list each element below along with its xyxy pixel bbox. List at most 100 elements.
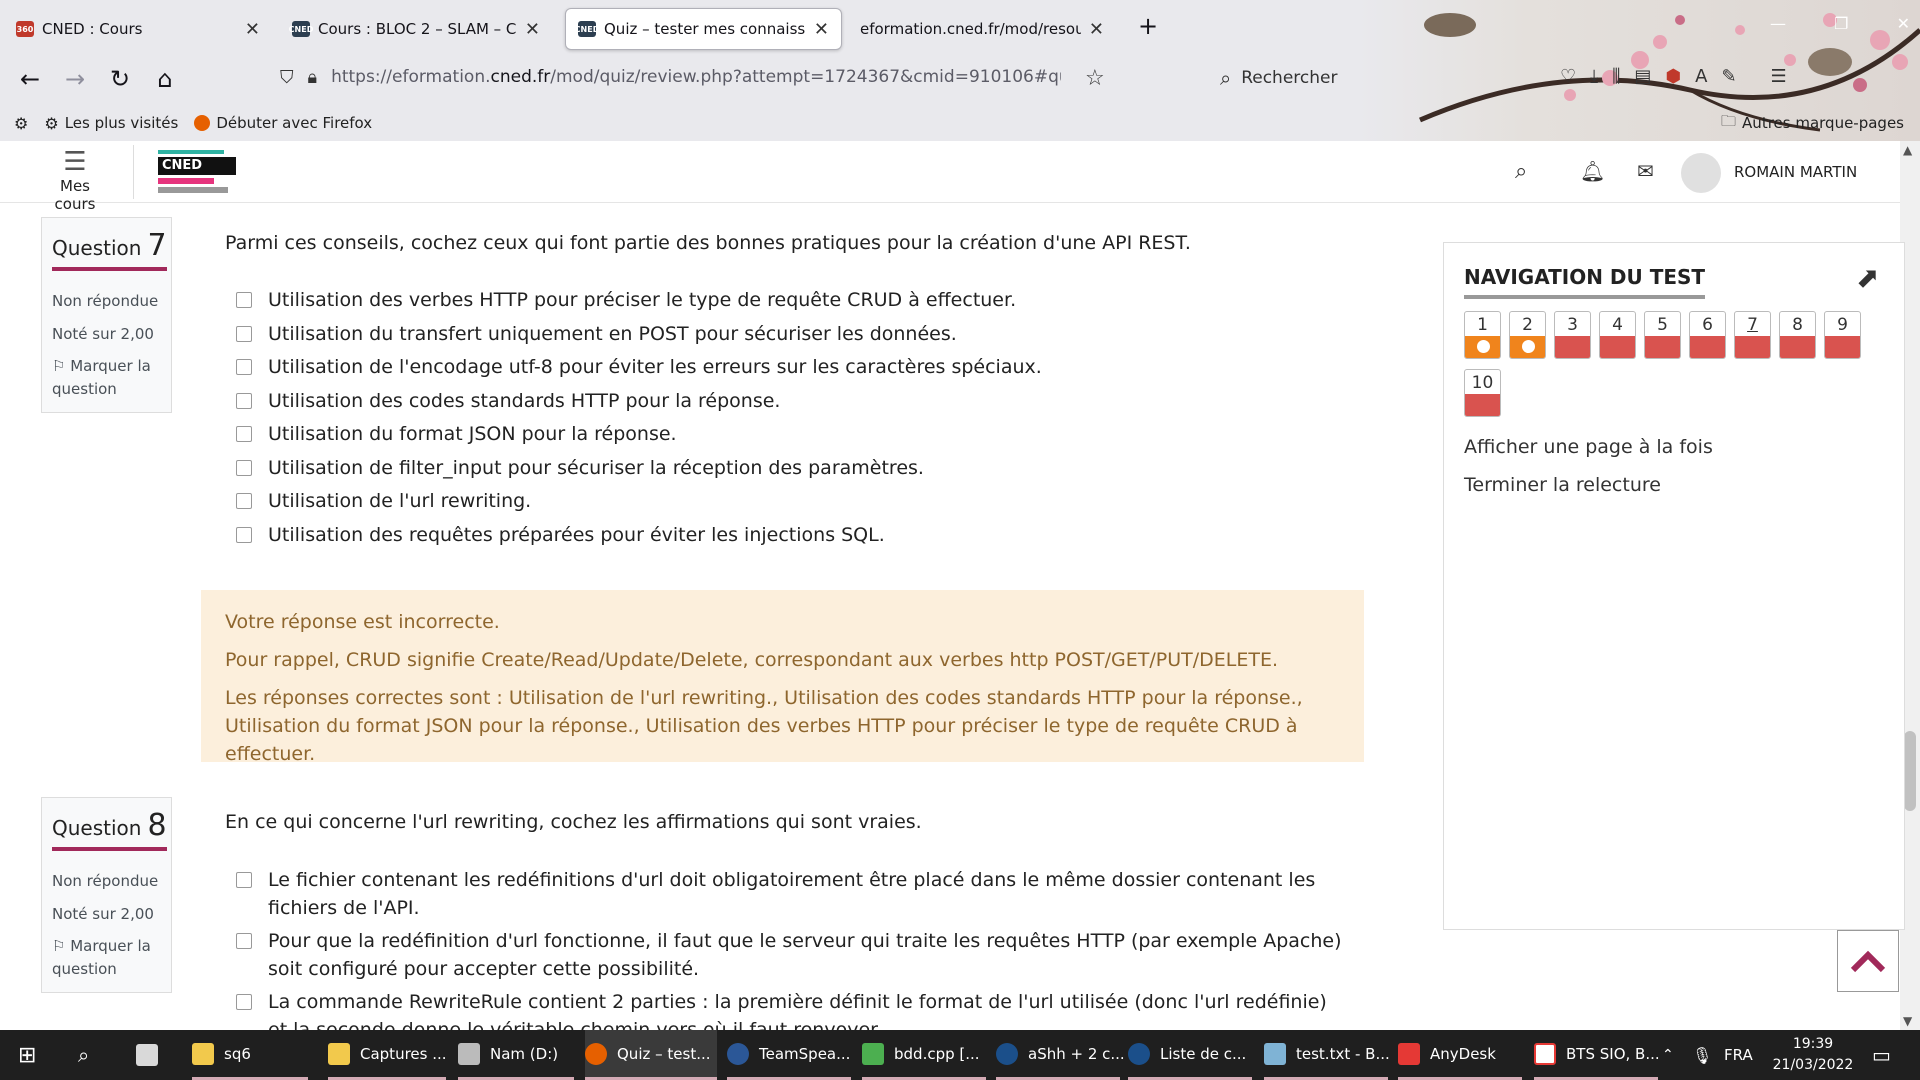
taskbar-item-anydesk[interactable]: AnyDesk [1398, 1030, 1522, 1080]
cned-logo[interactable]: CNED [158, 150, 236, 195]
answer-option[interactable]: Utilisation du transfert uniquement en P… [236, 320, 957, 348]
search-icon[interactable]: ⌕ [78, 1030, 89, 1080]
maximize-icon[interactable]: ❐ [1834, 14, 1848, 36]
other-bookmarks[interactable]: 🗀 Autres marque-pages [1721, 111, 1904, 136]
answer-option[interactable]: Utilisation du format JSON pour la répon… [236, 420, 677, 448]
checkbox[interactable] [236, 493, 252, 509]
tools-icon[interactable]: ⚙ [14, 114, 28, 133]
checkbox[interactable] [236, 426, 252, 442]
close-icon[interactable]: ✕ [525, 19, 540, 40]
taskbar-item-steam-list[interactable]: Liste de c... [1128, 1030, 1252, 1080]
checkbox[interactable] [236, 994, 252, 1010]
checkbox[interactable] [236, 359, 252, 375]
nav-button-8[interactable]: 8 [1779, 311, 1816, 359]
language-indicator[interactable]: FRA [1724, 1030, 1753, 1080]
tab-resource[interactable]: eformation.cned.fr/mod/resource/vi ✕ [848, 8, 1116, 50]
nav-button-6[interactable]: 6 [1689, 311, 1726, 359]
extension2-icon[interactable]: ✎ [1721, 66, 1736, 87]
checkbox[interactable] [236, 933, 252, 949]
tab-quiz[interactable]: CNED Quiz – tester mes connaissances ✕ [565, 8, 842, 50]
url-text: https://eformation.cned.fr/mod/quiz/revi… [331, 67, 1061, 87]
taskbar-item-captures[interactable]: Captures ... [328, 1030, 447, 1080]
clock[interactable]: 19:39 21/03/2022 [1768, 1034, 1858, 1076]
user-name[interactable]: ROMAIN MARTIN [1734, 163, 1857, 181]
finish-review-link[interactable]: Terminer la relecture [1464, 474, 1661, 496]
nav-button-3[interactable]: 3 [1554, 311, 1591, 359]
nav-button-10[interactable]: 10 [1464, 369, 1501, 417]
taskbar-item-sq6[interactable]: sq6 [192, 1030, 308, 1080]
library-icon[interactable]: ⫼ [1612, 66, 1620, 87]
bookmark-firefox[interactable]: Débuter avec Firefox [216, 114, 372, 132]
flag-question-link[interactable]: ⚐ Marquer la question [52, 935, 161, 981]
reload-icon[interactable]: ↻ [105, 65, 135, 93]
nav-button-4[interactable]: 4 [1599, 311, 1636, 359]
nav-button-5[interactable]: 5 [1644, 311, 1681, 359]
tab-cned-cours[interactable]: 360 CNED : Cours ✕ [4, 8, 272, 50]
bell-icon[interactable]: 🔔︎ [1580, 159, 1605, 183]
minimize-icon[interactable]: — [1770, 14, 1786, 36]
checkbox[interactable] [236, 527, 252, 543]
download-icon[interactable]: ⤓ [1590, 66, 1598, 87]
nav-button-1[interactable]: 1 [1464, 311, 1501, 359]
reader-icon[interactable]: ▤ [1634, 66, 1651, 87]
forward-arrow-icon[interactable]: → [60, 65, 90, 93]
close-icon[interactable]: ✕ [245, 19, 260, 40]
star-bookmark-icon[interactable]: ☆ [1085, 66, 1105, 91]
taskbar-item-teamspeak[interactable]: TeamSpea... [727, 1030, 851, 1080]
checkbox[interactable] [236, 460, 252, 476]
question-title: Question 8 [52, 808, 167, 851]
taskbar-item-steam[interactable]: aShh + 2 c... [996, 1030, 1125, 1080]
my-courses-button[interactable]: ☰ Mes cours [40, 147, 110, 213]
close-icon[interactable]: ✕ [1089, 19, 1104, 40]
new-tab-button[interactable]: + [1138, 12, 1158, 40]
tab-cours-bloc2[interactable]: CNED Cours : BLOC 2 – SLAM – Concep ✕ [280, 8, 552, 50]
answer-option[interactable]: La commande RewriteRule contient 2 parti… [236, 988, 1346, 1030]
taskbar-item-bdd[interactable]: bdd.cpp [... [862, 1030, 986, 1080]
taskbar-item-firefox[interactable]: Quiz – test... [585, 1030, 717, 1080]
search-box[interactable]: ⌕ Rechercher [1220, 66, 1337, 90]
answer-option[interactable]: Utilisation des codes standards HTTP pou… [236, 387, 780, 415]
answer-option[interactable]: Le fichier contenant les redéfinitions d… [236, 866, 1346, 922]
back-to-top-button[interactable] [1837, 930, 1899, 992]
scroll-up-icon[interactable]: ▲ [1903, 143, 1912, 157]
nav-button-7[interactable]: 7 [1734, 311, 1771, 359]
scroll-down-icon[interactable]: ▼ [1903, 1014, 1912, 1028]
menu-icon[interactable]: ☰ [1771, 66, 1787, 87]
avatar[interactable] [1681, 153, 1721, 193]
answer-option[interactable]: Pour que la redéfinition d'url fonctionn… [236, 927, 1346, 983]
checkbox[interactable] [236, 393, 252, 409]
paint-icon[interactable] [136, 1030, 168, 1080]
scrollbar-thumb[interactable] [1904, 731, 1916, 811]
nav-button-2[interactable]: 2 [1509, 311, 1546, 359]
tray-chevron-icon[interactable]: ⌃ [1662, 1030, 1674, 1080]
adblock-icon[interactable]: ⬢ [1665, 66, 1681, 87]
expand-arrow-icon[interactable]: ⬈ [1856, 261, 1879, 294]
show-one-page-link[interactable]: Afficher une page à la fois [1464, 436, 1713, 458]
checkbox[interactable] [236, 292, 252, 308]
taskbar-item-pdf[interactable]: BTS SIO, B... [1534, 1030, 1660, 1080]
answer-option[interactable]: Utilisation de filter_input pour sécuris… [236, 454, 924, 482]
checkbox[interactable] [236, 872, 252, 888]
nav-button-9[interactable]: 9 [1824, 311, 1861, 359]
home-icon[interactable]: ⌂ [150, 65, 180, 93]
search-icon[interactable]: ⌕ [1515, 159, 1527, 184]
address-bar[interactable]: ⛉ 🔒︎ https://eformation.cned.fr/mod/quiz… [280, 58, 1070, 96]
mail-icon[interactable]: ✉ [1637, 159, 1654, 183]
taskbar-item-drive[interactable]: Nam (D:) [458, 1030, 574, 1080]
answer-option[interactable]: Utilisation de l'encodage utf-8 pour évi… [236, 353, 1042, 381]
answer-option[interactable]: Utilisation des requêtes préparées pour … [236, 521, 885, 549]
extension-icon[interactable]: A [1695, 66, 1707, 87]
notification-icon[interactable]: ▭ [1872, 1030, 1891, 1080]
answer-option[interactable]: Utilisation de l'url rewriting. [236, 487, 531, 515]
flag-question-link[interactable]: ⚐ Marquer la question [52, 355, 161, 401]
checkbox[interactable] [236, 326, 252, 342]
taskbar-item-notepad[interactable]: test.txt - B... [1264, 1030, 1390, 1080]
close-window-icon[interactable]: ✕ [1897, 14, 1910, 36]
answer-option[interactable]: Utilisation des verbes HTTP pour précise… [236, 286, 1016, 314]
microphone-icon[interactable]: 🎙︎ [1692, 1030, 1712, 1080]
back-arrow-icon[interactable]: ← [15, 65, 45, 93]
pocket-icon[interactable]: ♡ [1560, 66, 1576, 87]
windows-start-icon[interactable]: ⊞ [18, 1030, 36, 1080]
bookmark-most-visited[interactable]: Les plus visités [65, 114, 179, 132]
close-icon[interactable]: ✕ [814, 19, 829, 40]
